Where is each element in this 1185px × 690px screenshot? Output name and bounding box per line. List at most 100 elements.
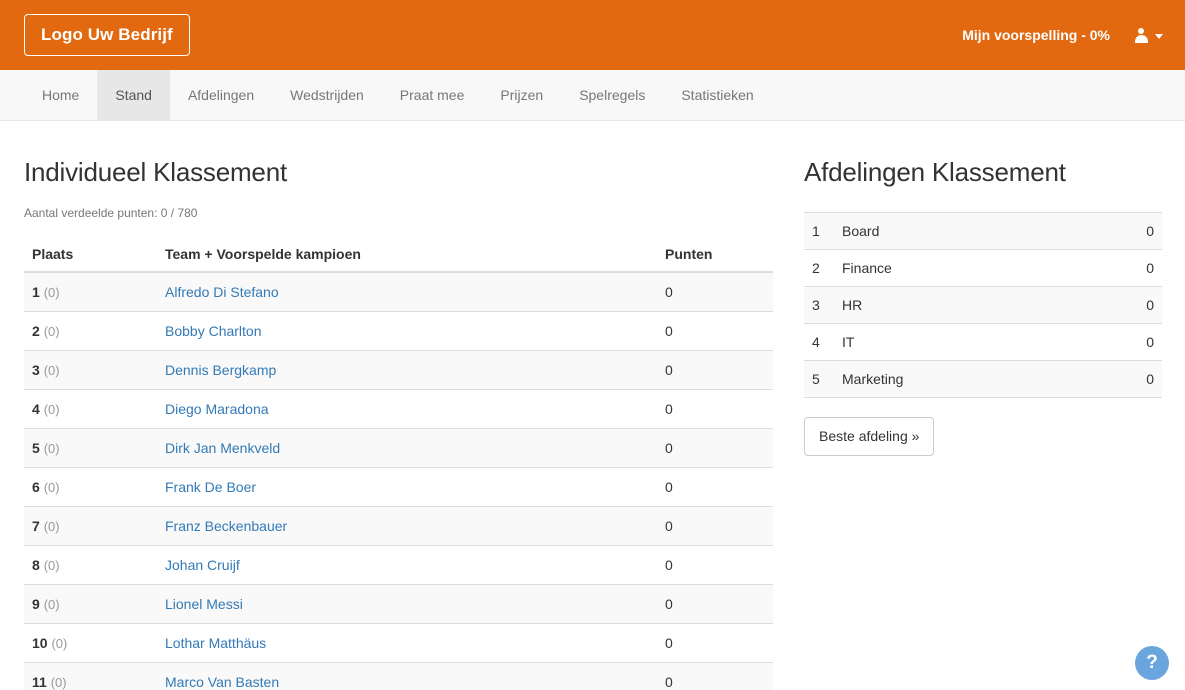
rank-number: 10: [32, 634, 48, 651]
rank-delta: (0): [43, 596, 60, 612]
team-link[interactable]: Franz Beckenbauer: [165, 518, 287, 534]
cell-department-points: 0: [1112, 248, 1162, 287]
cell-team: Marco Van Basten: [157, 661, 657, 690]
rank-number: 3: [32, 361, 40, 378]
page-title: Individueel Klassement: [24, 157, 287, 187]
cell-points: 0: [657, 505, 773, 546]
cell-place: 3 (0): [24, 349, 157, 390]
rank-delta: (0): [43, 440, 60, 456]
department-panel-title: Afdelingen Klassement: [804, 157, 1066, 187]
nav-item-prijzen[interactable]: Prijzen: [482, 70, 561, 120]
cell-place: 1 (0): [24, 272, 157, 312]
cell-place: 10 (0): [24, 622, 157, 663]
cell-team: Lionel Messi: [157, 583, 657, 624]
nav-item-statistieken[interactable]: Statistieken: [663, 70, 771, 120]
table-row: 3 HR 0: [804, 285, 1162, 324]
team-link[interactable]: Lothar Matthäus: [165, 635, 266, 651]
rank-delta: (0): [43, 518, 60, 534]
individual-ranking-section: Individueel Klassement Aantal verdeelde …: [24, 121, 773, 690]
table-row: 5 Marketing 0: [804, 359, 1162, 398]
department-ranking-section: Afdelingen Klassement 1 Board 0 2 Finance 0 3 H…: [804, 121, 1162, 457]
cell-team: Dirk Jan Menkveld: [157, 427, 657, 468]
cell-place: 4 (0): [24, 388, 157, 429]
cell-team: Alfredo Di Stefano: [157, 272, 657, 312]
distributed-points-status: Aantal verdeelde punten: 0 / 780: [24, 205, 198, 220]
individual-table-head: Plaats Team + Voorspelde kampioen Punten: [24, 237, 773, 273]
cell-department-name: Board: [834, 211, 1112, 250]
team-link[interactable]: Dennis Bergkamp: [165, 362, 276, 378]
cell-department-points: 0: [1112, 359, 1162, 398]
department-table-body: 1 Board 0 2 Finance 0 3 HR 0 4 IT 0 5 Marketing 0: [804, 211, 1162, 398]
table-row: 1 (0) Alfredo Di Stefano 0: [24, 271, 773, 312]
table-row: 5 (0) Dirk Jan Menkveld 0: [24, 427, 773, 468]
rank-delta: (0): [43, 401, 60, 417]
cell-place: 9 (0): [24, 583, 157, 624]
team-link[interactable]: Johan Cruijf: [165, 557, 240, 573]
cell-department-name: IT: [834, 322, 1112, 361]
page-content: Individueel Klassement Aantal verdeelde …: [0, 121, 1185, 690]
table-row: 4 IT 0: [804, 322, 1162, 361]
help-button[interactable]: ?: [1135, 646, 1169, 680]
cell-department-rank: 2: [804, 248, 834, 287]
cell-department-rank: 5: [804, 359, 834, 398]
cell-points: 0: [657, 661, 773, 690]
rank-delta: (0): [43, 284, 60, 300]
main-navigation: Home Stand Afdelingen Wedstrijden Praat …: [0, 70, 1185, 121]
cell-points: 0: [657, 466, 773, 507]
table-row: 4 (0) Diego Maradona 0: [24, 388, 773, 429]
department-ranking-table: 1 Board 0 2 Finance 0 3 HR 0 4 IT 0 5 Marketing 0: [804, 211, 1162, 398]
cell-place: 2 (0): [24, 310, 157, 351]
cell-place: 8 (0): [24, 544, 157, 585]
rank-delta: (0): [43, 323, 60, 339]
cell-place: 5 (0): [24, 427, 157, 468]
team-link[interactable]: Alfredo Di Stefano: [165, 284, 279, 300]
cell-points: 0: [657, 310, 773, 351]
team-link[interactable]: Lionel Messi: [165, 596, 243, 612]
rank-number: 11: [32, 673, 47, 690]
rank-number: 2: [32, 322, 40, 339]
table-row: 9 (0) Lionel Messi 0: [24, 583, 773, 624]
column-header-points: Punten: [657, 237, 773, 273]
top-header-bar: Logo Uw Bedrijf Mijn voorspelling - 0%: [0, 0, 1185, 70]
cell-place: 6 (0): [24, 466, 157, 507]
rank-number: 8: [32, 556, 40, 573]
team-link[interactable]: Bobby Charlton: [165, 323, 262, 339]
nav-item-home[interactable]: Home: [24, 70, 97, 120]
team-link[interactable]: Diego Maradona: [165, 401, 269, 417]
individual-ranking-table: Plaats Team + Voorspelde kampioen Punten…: [24, 237, 773, 690]
user-icon: [1134, 27, 1148, 43]
cell-department-name: Finance: [834, 248, 1112, 287]
cell-points: 0: [657, 388, 773, 429]
company-logo-button[interactable]: Logo Uw Bedrijf: [24, 14, 190, 56]
team-link[interactable]: Dirk Jan Menkveld: [165, 440, 280, 456]
rank-delta: (0): [43, 557, 60, 573]
nav-item-spelregels[interactable]: Spelregels: [561, 70, 663, 120]
cell-team: Bobby Charlton: [157, 310, 657, 351]
my-prediction-link[interactable]: Mijn voorspelling - 0%: [948, 27, 1124, 43]
cell-points: 0: [657, 583, 773, 624]
cell-team: Dennis Bergkamp: [157, 349, 657, 390]
user-account-menu[interactable]: [1124, 27, 1185, 43]
cell-team: Franz Beckenbauer: [157, 505, 657, 546]
nav-item-wedstrijden[interactable]: Wedstrijden: [272, 70, 382, 120]
cell-department-name: Marketing: [834, 359, 1112, 398]
rank-number: 1: [32, 283, 40, 300]
column-header-team: Team + Voorspelde kampioen: [157, 237, 657, 273]
nav-item-stand[interactable]: Stand: [97, 70, 170, 120]
cell-points: 0: [665, 283, 673, 300]
cell-team: Frank De Boer: [157, 466, 657, 507]
column-header-place: Plaats: [24, 237, 157, 273]
table-row: 2 (0) Bobby Charlton 0: [24, 310, 773, 351]
rank-number: 5: [32, 439, 40, 456]
cell-team: Johan Cruijf: [157, 544, 657, 585]
rank-delta: (0): [50, 674, 67, 690]
rank-number: 4: [32, 400, 40, 417]
table-header-row: Plaats Team + Voorspelde kampioen Punten: [24, 237, 773, 273]
team-link[interactable]: Marco Van Basten: [165, 674, 279, 690]
table-row: 10 (0) Lothar Matthäus 0: [24, 622, 773, 663]
nav-item-praat-mee[interactable]: Praat mee: [382, 70, 483, 120]
nav-item-afdelingen[interactable]: Afdelingen: [170, 70, 272, 120]
team-link[interactable]: Frank De Boer: [165, 479, 256, 495]
cell-team: Lothar Matthäus: [157, 622, 657, 663]
best-department-button[interactable]: Beste afdeling »: [804, 416, 935, 457]
